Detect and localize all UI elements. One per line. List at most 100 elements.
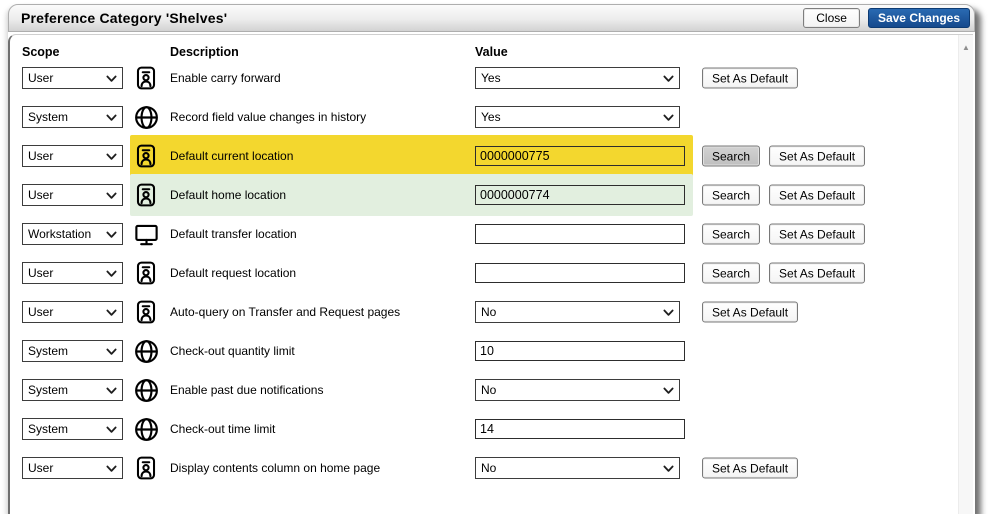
scope-select-value: System [28,110,68,124]
chevron-down-icon [663,387,674,395]
user-icon [133,260,159,286]
chevron-down-icon [663,465,674,473]
row-action-buttons: Search Set As Default [702,224,865,245]
row-action-buttons: Set As Default [702,458,798,479]
scope-select[interactable]: System [22,379,123,401]
chevron-down-icon [663,75,674,83]
set-as-default-button[interactable]: Set As Default [702,458,798,479]
row-action-buttons: Set As Default [702,302,798,323]
chevron-down-icon [106,192,117,200]
search-button[interactable]: Search [702,263,760,284]
description-label: Default home location [170,188,286,202]
value-select-value: Yes [481,71,501,85]
scope-select[interactable]: Workstation [22,223,123,245]
close-button[interactable]: Close [803,8,860,28]
scope-select-value: System [28,422,68,436]
chevron-down-icon [106,465,117,473]
chevron-down-icon [106,387,117,395]
preference-row: System Check-out time limit [10,408,973,450]
value-input[interactable] [475,419,685,439]
scope-select[interactable]: User [22,262,123,284]
scope-select-value: User [28,71,53,85]
scope-select[interactable]: User [22,457,123,479]
value-input[interactable] [475,263,685,283]
description-label: Check-out time limit [170,422,275,436]
preference-row: System Check-out quantity limit [10,330,973,372]
description-label: Auto-query on Transfer and Request pages [170,305,400,319]
vertical-scrollbar[interactable]: ▲ [958,35,973,514]
chevron-down-icon [106,75,117,83]
scope-select[interactable]: User [22,184,123,206]
globe-icon [133,338,159,364]
value-input[interactable] [475,341,685,361]
preference-row: SystemEnable past due notificationsNo [10,369,973,411]
preference-row: User Display contents column on home page… [10,447,973,489]
scope-select[interactable]: User [22,145,123,167]
description-label: Default request location [170,266,296,280]
value-select-value: No [481,305,496,319]
description-label: Default transfer location [170,227,297,241]
scroll-up-arrow-icon[interactable]: ▲ [959,44,973,52]
value-select[interactable]: Yes [475,106,680,128]
user-icon [133,65,159,91]
scope-select[interactable]: System [22,106,123,128]
value-select[interactable]: Yes [475,67,680,89]
set-as-default-button[interactable]: Set As Default [769,263,865,284]
value-input[interactable] [475,224,685,244]
scope-select[interactable]: User [22,67,123,89]
scope-select-value: User [28,305,53,319]
set-as-default-button[interactable]: Set As Default [702,68,798,89]
description-label: Default current location [170,149,293,163]
dialog-titlebar: Preference Category 'Shelves' Close Save… [8,4,975,32]
preference-dialog: Preference Category 'Shelves' Close Save… [8,4,975,514]
scope-select[interactable]: System [22,340,123,362]
globe-icon [133,416,159,442]
value-input[interactable] [475,185,685,205]
description-label: Enable carry forward [170,71,281,85]
description-label: Check-out quantity limit [170,344,295,358]
search-button[interactable]: Search [702,146,760,167]
chevron-down-icon [106,114,117,122]
preference-row: SystemRecord field value changes in hist… [10,96,973,138]
set-as-default-button[interactable]: Set As Default [769,224,865,245]
scope-select-value: User [28,266,53,280]
value-select[interactable]: No [475,379,680,401]
save-changes-button[interactable]: Save Changes [868,8,970,28]
scope-select-value: System [28,344,68,358]
row-action-buttons: Set As Default [702,68,798,89]
description-label: Display contents column on home page [170,461,380,475]
value-select[interactable]: No [475,457,680,479]
scope-select-value: Workstation [28,227,91,241]
scope-select-value: System [28,383,68,397]
preference-rows: User Enable carry forward Yes Set As Defaul… [10,35,973,514]
preference-row: User Default request location Search Set As… [10,252,973,294]
scope-select[interactable]: System [22,418,123,440]
value-input[interactable] [475,146,685,166]
preferences-panel: Scope Description Value UserEnable carry… [8,34,973,514]
scope-select-value: User [28,149,53,163]
search-button[interactable]: Search [702,224,760,245]
row-action-buttons: Search Set As Default [702,263,865,284]
search-button[interactable]: Search [702,185,760,206]
preference-row: User Default current location Search Set As… [10,135,973,177]
preference-row: User Auto-query on Transfer and Request p… [10,291,973,333]
value-select-value: Yes [481,110,501,124]
chevron-down-icon [106,309,117,317]
user-icon [133,182,159,208]
row-action-buttons: Search Set As Default [702,146,865,167]
chevron-down-icon [106,153,117,161]
value-select-value: No [481,461,496,475]
set-as-default-button[interactable]: Set As Default [702,302,798,323]
titlebar-buttons: Close Save Changes [803,8,970,28]
set-as-default-button[interactable]: Set As Default [769,146,865,167]
chevron-down-icon [106,270,117,278]
globe-icon [133,104,159,130]
chevron-down-icon [106,231,117,239]
value-select[interactable]: No [475,301,680,323]
globe-icon [133,377,159,403]
set-as-default-button[interactable]: Set As Default [769,185,865,206]
preference-row: User Enable carry forward Yes Set As Defaul… [10,57,973,99]
scope-select[interactable]: User [22,301,123,323]
user-icon [133,143,159,169]
monitor-icon [133,221,159,247]
